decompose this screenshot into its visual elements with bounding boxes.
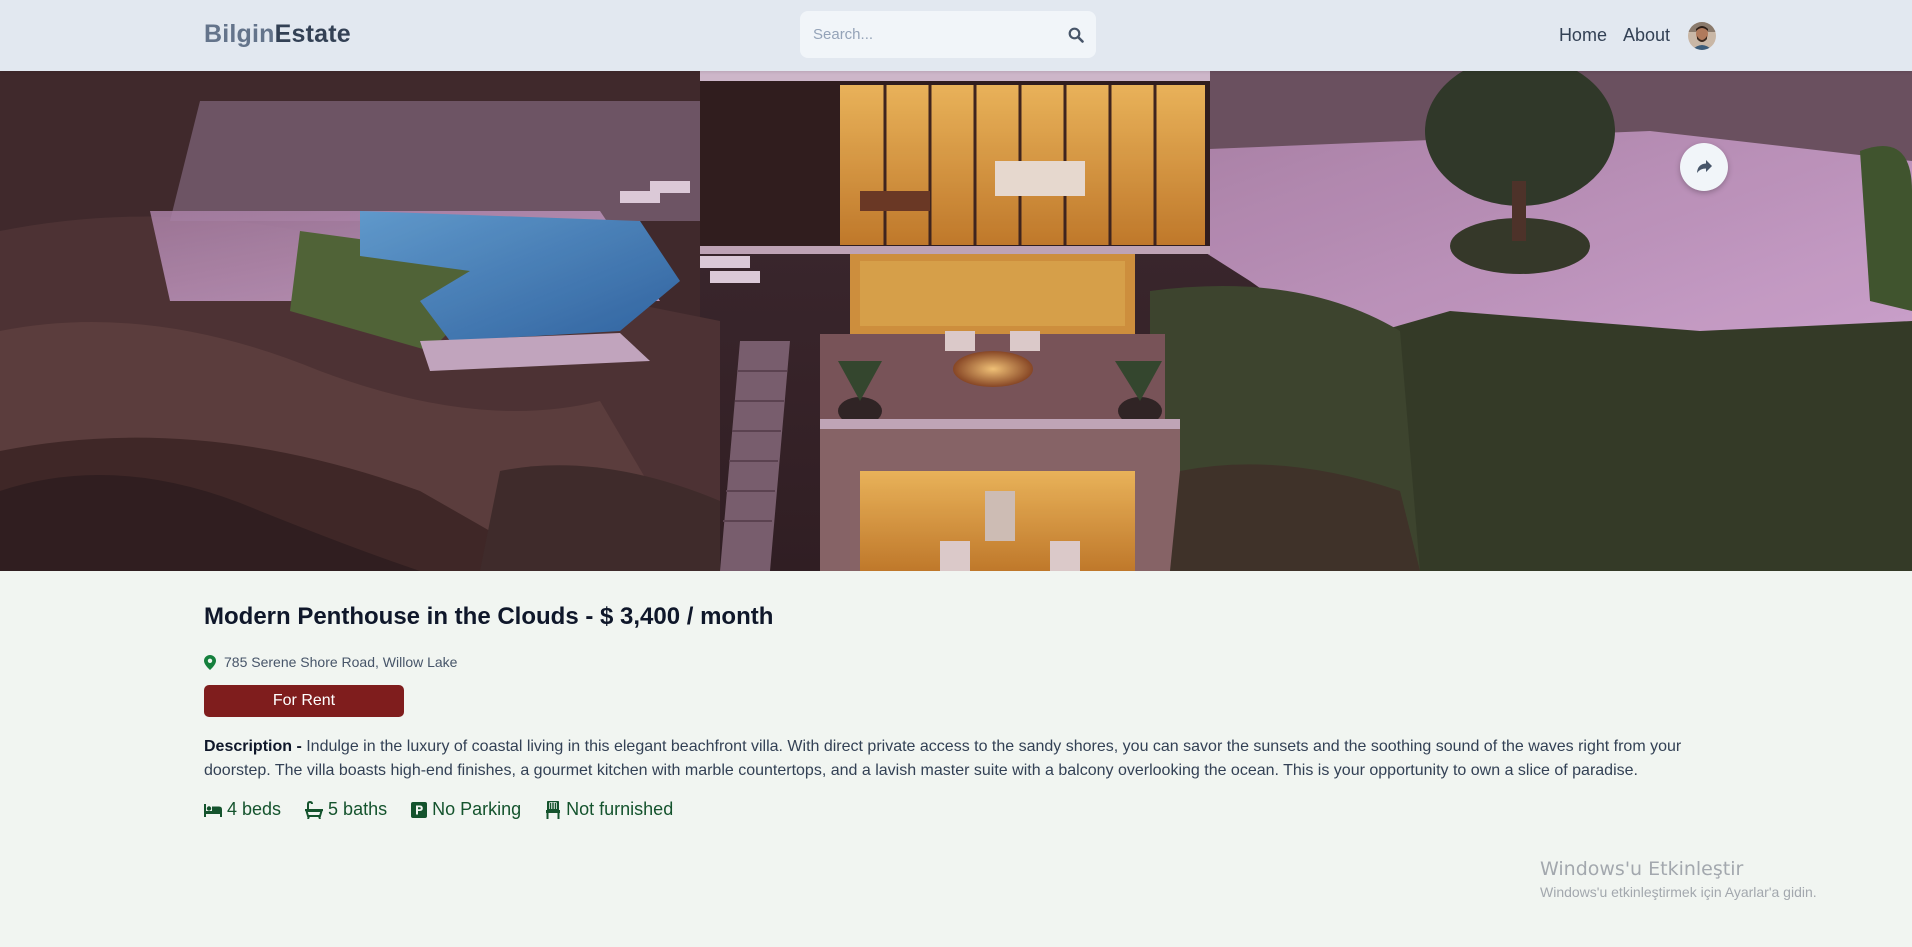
search-icon (1068, 27, 1084, 43)
villa-photo (0, 71, 1912, 571)
feature-furnished-text: Not furnished (566, 799, 674, 819)
description-label: Description - (204, 738, 307, 755)
listing-title: Modern Penthouse in the Clouds - $ 3,400… (204, 603, 774, 630)
logo-text-estate: Estate (274, 20, 351, 48)
address-text: 785 Serene Shore Road, Willow Lake (224, 654, 458, 670)
nav-menu: Home About (1559, 0, 1716, 71)
feature-parking: No Parking (411, 799, 521, 820)
site-logo[interactable]: BilginEstate (204, 20, 351, 49)
user-avatar[interactable] (1688, 21, 1716, 50)
listing-details: Modern Penthouse in the Clouds - $ 3,400… (204, 600, 1714, 820)
feature-furnished: Not furnished (545, 799, 673, 820)
description-text: Indulge in the luxury of coastal living … (204, 738, 1682, 779)
search-form (800, 11, 1096, 58)
parking-icon (411, 801, 428, 818)
share-icon (1697, 160, 1712, 173)
feature-baths-text: 5 baths (328, 799, 388, 819)
listing-description: Description - Indulge in the luxury of c… (204, 735, 1714, 783)
feature-beds: 4 beds (204, 799, 281, 820)
watermark-title: Windows'u Etkinleştir (1540, 858, 1744, 880)
feature-parking-text: No Parking (432, 799, 522, 819)
property-hero-image (0, 71, 1912, 571)
feature-beds-text: 4 beds (227, 799, 282, 819)
location-pin-icon (204, 654, 216, 670)
search-input[interactable] (800, 11, 1056, 58)
nav-about-link[interactable]: About (1623, 25, 1670, 46)
logo-text-bilgin: Bilgin (204, 20, 275, 48)
watermark-subtitle: Windows'u etkinleştirmek için Ayarlar'a … (1540, 884, 1817, 900)
chair-icon (546, 800, 561, 819)
bath-icon (305, 800, 324, 819)
listing-type-badge: For Rent (204, 685, 404, 717)
search-button[interactable] (1056, 11, 1096, 58)
top-navbar: BilginEstate Home About (0, 0, 1912, 71)
avatar-image (1688, 21, 1716, 50)
share-button[interactable] (1680, 143, 1728, 191)
nav-home-link[interactable]: Home (1559, 25, 1607, 46)
bed-icon (204, 803, 222, 817)
listing-features: 4 beds 5 baths No Parking Not furnished (204, 799, 1714, 820)
listing-address: 785 Serene Shore Road, Willow Lake (204, 654, 1714, 670)
windows-activation-watermark: Windows'u Etkinleştir Windows'u etkinleş… (1540, 858, 1817, 900)
feature-baths: 5 baths (305, 799, 387, 820)
